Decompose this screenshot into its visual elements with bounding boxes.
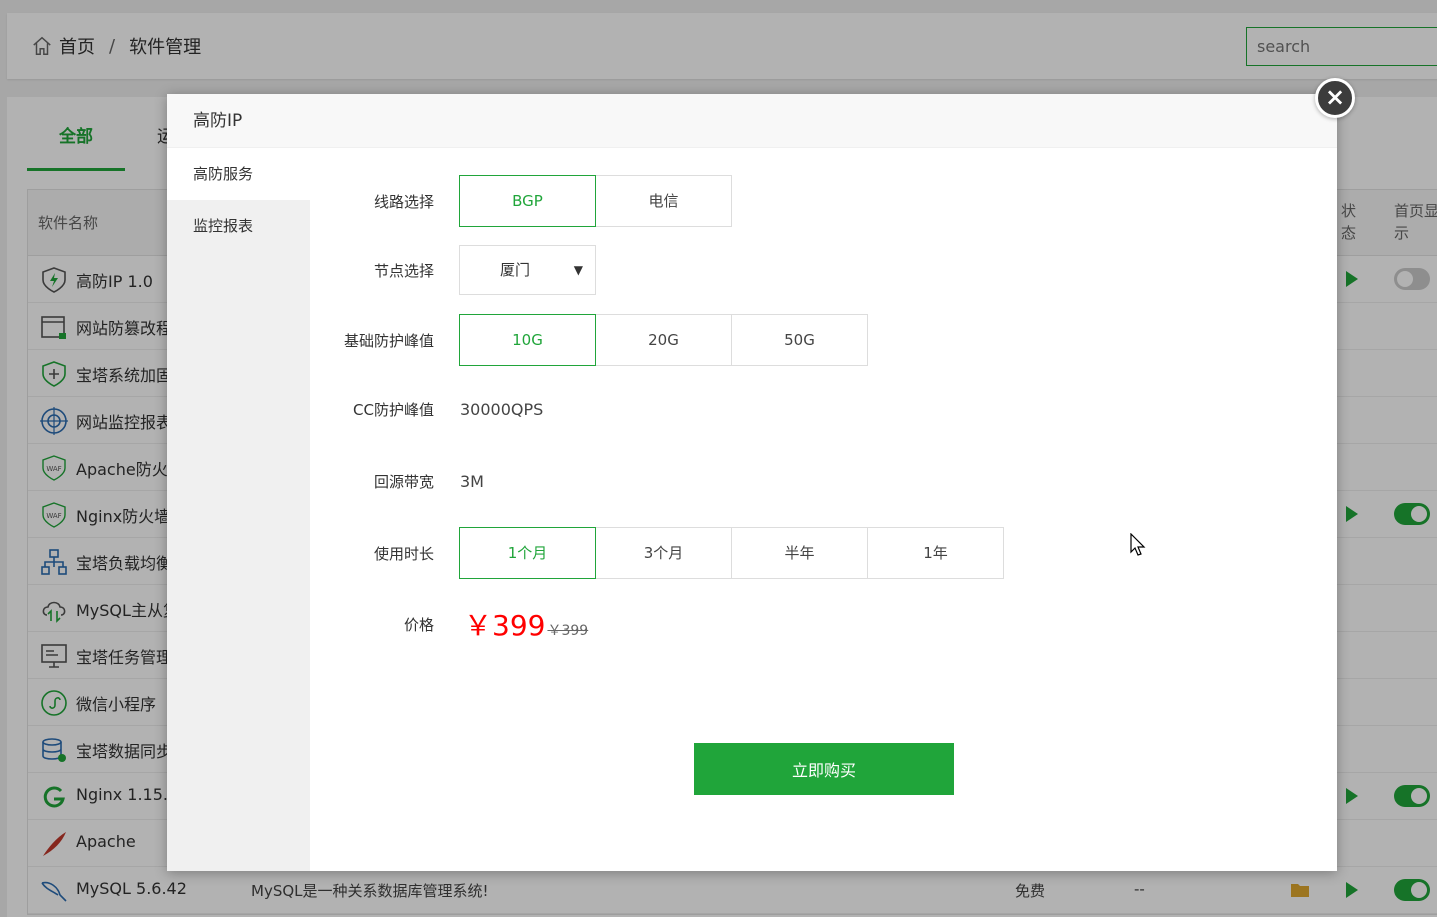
mouse-cursor-icon (1130, 533, 1146, 556)
duration-option-half-year[interactable]: 半年 (731, 527, 868, 579)
node-select-value: 厦门 (500, 261, 531, 279)
duration-option-3-months[interactable]: 3个月 (595, 527, 732, 579)
bandwidth-peak-row: 基础防护峰值 10G 20G 50G (310, 314, 868, 366)
price-display: ￥399 ￥399 (464, 604, 588, 644)
duration-row: 使用时长 1个月 3个月 半年 1年 (310, 527, 1004, 579)
nav-defense-service[interactable]: 高防服务 (167, 148, 310, 200)
origin-bandwidth-row: 回源带宽 3M (310, 471, 484, 492)
cc-peak-row: CC防护峰值 30000QPS (310, 399, 543, 420)
line-label: 线路选择 (373, 192, 434, 211)
high-defense-ip-modal: 高防IP 高防服务 监控报表 线路选择 BGP 电信 节点选择 厦门 ▼ 基础防… (167, 94, 1337, 871)
duration-option-1-month[interactable]: 1个月 (459, 527, 596, 579)
purchase-form: 线路选择 BGP 电信 节点选择 厦门 ▼ 基础防护峰值 10G 20G 50G (310, 148, 1337, 871)
origin-bandwidth-value: 3M (460, 472, 484, 491)
line-row: 线路选择 BGP 电信 (310, 175, 732, 227)
modal-nav: 高防服务 监控报表 (167, 148, 310, 871)
cc-peak-value: 30000QPS (460, 400, 544, 419)
duration-option-1-year[interactable]: 1年 (867, 527, 1004, 579)
price-current: ￥399 (464, 609, 546, 642)
nav-monitor-report[interactable]: 监控报表 (167, 200, 310, 252)
node-row: 节点选择 厦门 ▼ (310, 245, 596, 295)
price-row: 价格 ￥399 ￥399 (310, 604, 588, 644)
line-option-bgp[interactable]: BGP (459, 175, 596, 227)
modal-title: 高防IP (167, 94, 1337, 148)
price-label: 价格 (403, 615, 434, 634)
peak-option-10g[interactable]: 10G (459, 314, 596, 366)
price-original: ￥399 (547, 623, 589, 639)
chevron-down-icon: ▼ (573, 263, 583, 277)
close-button[interactable]: × (1315, 78, 1355, 118)
peak-option-50g[interactable]: 50G (731, 314, 868, 366)
node-select[interactable]: 厦门 ▼ (459, 245, 596, 295)
origin-bandwidth-label: 回源带宽 (373, 473, 434, 491)
line-option-telecom[interactable]: 电信 (595, 175, 732, 227)
duration-label: 使用时长 (373, 544, 434, 563)
peak-option-20g[interactable]: 20G (595, 314, 732, 366)
bandwidth-peak-label: 基础防护峰值 (343, 331, 434, 350)
node-label: 节点选择 (373, 261, 434, 280)
buy-now-button[interactable]: 立即购买 (694, 743, 954, 795)
cc-peak-label: CC防护峰值 (353, 401, 434, 419)
